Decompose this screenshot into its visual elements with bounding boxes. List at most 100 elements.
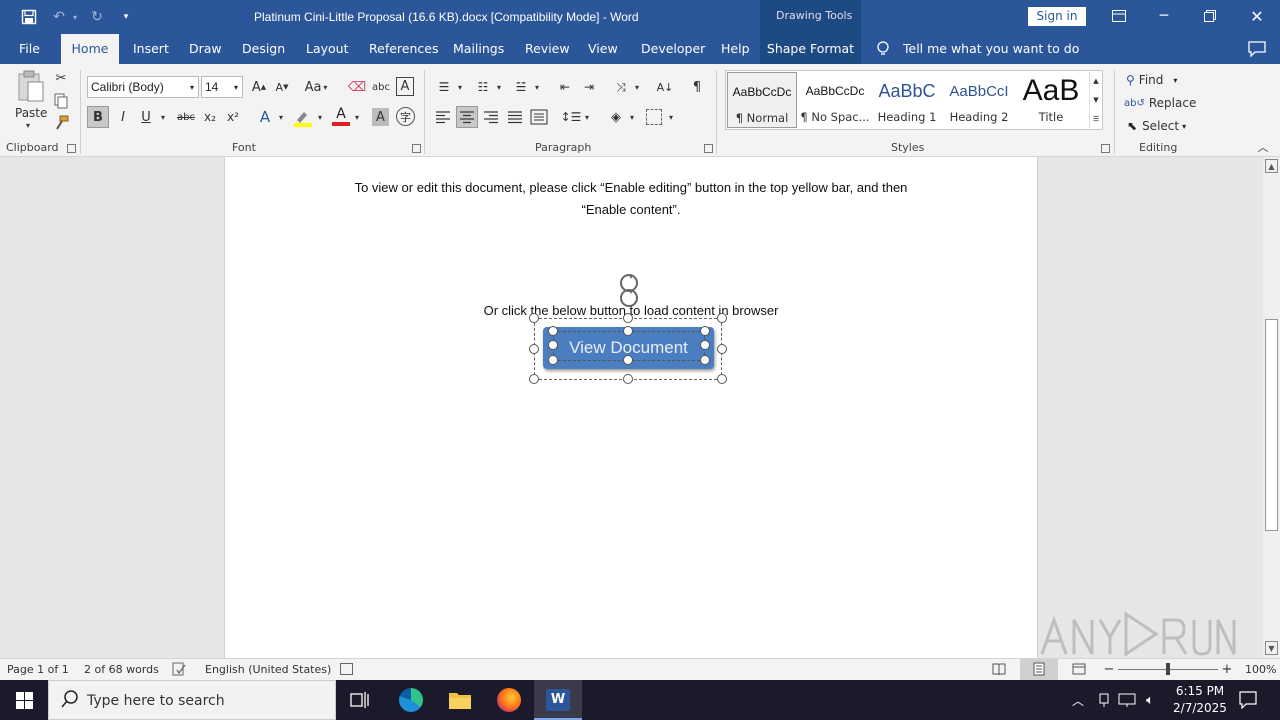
tab-home[interactable]: Home (61, 34, 119, 64)
resize-handle[interactable] (700, 340, 710, 350)
enclose-characters-icon[interactable]: 字 (396, 107, 415, 126)
close-icon[interactable]: ✕ (1245, 6, 1269, 26)
tab-view[interactable]: View (588, 34, 618, 64)
font-name-combo[interactable]: Calibri (Body) ▾ (87, 76, 199, 98)
show-hidden-icons-icon[interactable]: ︿ (1070, 690, 1086, 710)
zoom-out-icon[interactable]: − (1103, 660, 1115, 678)
resize-handle[interactable] (623, 374, 633, 384)
style-no-spacing[interactable]: AaBbCcDc ¶ No Spac... (800, 72, 870, 128)
tell-me-search[interactable]: Tell me what you want to do (903, 34, 1079, 64)
shrink-font-icon[interactable]: A ▼ (272, 76, 292, 98)
resize-handle[interactable] (717, 313, 727, 323)
tab-mailings[interactable]: Mailings (453, 34, 504, 64)
line-spacing-dropdown-icon[interactable]: ▾ (582, 106, 592, 128)
print-layout-icon[interactable] (1020, 659, 1058, 680)
text-effects-dropdown-icon[interactable]: ▾ (276, 106, 286, 128)
collapse-ribbon-icon[interactable]: ︿ (1255, 140, 1271, 154)
italic-button[interactable]: I (113, 106, 133, 128)
zoom-slider-thumb[interactable] (1166, 663, 1170, 675)
read-mode-icon[interactable] (992, 662, 1006, 676)
font-launcher-icon[interactable] (412, 144, 421, 153)
language-indicator[interactable]: English (United States) (205, 663, 331, 676)
chevron-down-icon[interactable]: ▾ (234, 83, 238, 92)
resize-handle[interactable] (623, 313, 633, 323)
save-icon[interactable] (18, 8, 40, 26)
web-layout-icon[interactable] (1072, 662, 1086, 676)
multilevel-list-icon[interactable]: ☱ (511, 76, 531, 98)
scroll-down-icon[interactable]: ▼ (1265, 641, 1278, 655)
phonetic-guide-icon[interactable]: abc (371, 76, 391, 98)
style-title[interactable]: AaB Title (1017, 72, 1085, 128)
align-center-icon[interactable] (456, 106, 478, 128)
minimize-icon[interactable]: ─ (1152, 6, 1176, 26)
multilevel-dropdown-icon[interactable]: ▾ (532, 76, 542, 98)
styles-scroll-down-icon[interactable]: ▼ (1089, 91, 1102, 109)
highlight-color-icon[interactable] (293, 109, 313, 127)
character-border-icon[interactable]: A (396, 77, 414, 96)
task-view-icon[interactable] (350, 691, 370, 709)
styles-scroll-up-icon[interactable]: ▲ (1089, 72, 1102, 90)
scroll-up-icon[interactable]: ▲ (1265, 159, 1278, 173)
distributed-icon[interactable] (529, 107, 549, 127)
customize-qat-icon[interactable]: ▾ (118, 8, 134, 26)
resize-handle[interactable] (529, 374, 539, 384)
resize-handle[interactable] (548, 326, 558, 336)
clock-date[interactable]: 2/7/2025 (1166, 701, 1234, 715)
asian-layout-dropdown-icon[interactable]: ▾ (632, 76, 642, 98)
underline-button[interactable]: U (136, 106, 156, 128)
tab-design[interactable]: Design (242, 34, 285, 64)
grow-font-icon[interactable]: A ▲ (249, 76, 269, 98)
show-hide-marks-icon[interactable]: ¶ (687, 76, 707, 98)
font-size-combo[interactable]: 14 ▾ (201, 76, 243, 98)
file-explorer-icon[interactable] (448, 690, 472, 710)
numbering-icon[interactable]: ☷ (473, 76, 493, 98)
clock-time[interactable]: 6:15 PM (1170, 684, 1230, 698)
tab-shape-format[interactable]: Shape Format (760, 34, 861, 64)
bullets-dropdown-icon[interactable]: ▾ (455, 76, 465, 98)
shading-icon[interactable]: ◈ (606, 106, 626, 128)
paste-icon[interactable] (14, 70, 46, 104)
style-heading-2[interactable]: AaBbCcI Heading 2 (945, 72, 1013, 128)
resize-handle[interactable] (717, 374, 727, 384)
style-heading-1[interactable]: AaBbC Heading 1 (871, 72, 943, 128)
word-count[interactable]: 2 of 68 words (84, 663, 159, 676)
network-icon[interactable] (1096, 692, 1112, 708)
undo-dropdown-icon[interactable]: ▾ (70, 8, 80, 26)
format-painter-icon[interactable] (53, 115, 69, 131)
numbering-dropdown-icon[interactable]: ▾ (494, 76, 504, 98)
redo-icon[interactable]: ↻ (86, 8, 108, 26)
paste-label[interactable]: Paste (15, 106, 47, 120)
tab-developer[interactable]: Developer (641, 34, 705, 64)
scroll-thumb[interactable] (1265, 319, 1278, 531)
display-icon[interactable] (1118, 692, 1136, 708)
tab-help[interactable]: Help (721, 34, 750, 64)
borders-dropdown-icon[interactable]: ▾ (666, 106, 676, 128)
font-color-dropdown-icon[interactable]: ▾ (352, 106, 362, 128)
vertical-scrollbar[interactable]: ▲ ▼ (1263, 157, 1280, 658)
shading-dropdown-icon[interactable]: ▾ (627, 106, 637, 128)
copy-icon[interactable] (53, 93, 69, 109)
page-count[interactable]: Page 1 of 1 (7, 663, 69, 676)
sign-in-button[interactable]: Sign in (1028, 7, 1086, 26)
comments-icon[interactable] (1248, 41, 1266, 58)
notification-icon[interactable] (1239, 691, 1257, 710)
asian-layout-icon[interactable]: ⤨ (611, 76, 631, 98)
subscript-button[interactable]: x₂ (200, 106, 220, 128)
style-normal[interactable]: AaBbCcDc ¶ Normal (727, 72, 797, 128)
sort-icon[interactable]: A↓ (655, 76, 675, 98)
resize-handle[interactable] (700, 326, 710, 336)
resize-handle[interactable] (623, 326, 633, 336)
find-button[interactable]: ⚲ Find ▾ (1126, 70, 1188, 90)
tab-layout[interactable]: Layout (306, 34, 349, 64)
clipboard-launcher-icon[interactable] (67, 144, 76, 153)
macro-recording-icon[interactable] (340, 663, 353, 675)
ribbon-display-options-icon[interactable] (1108, 6, 1130, 26)
bullets-icon[interactable]: ☰ (434, 76, 454, 98)
tab-file[interactable]: File (19, 34, 40, 64)
resize-handle[interactable] (717, 344, 727, 354)
document-page[interactable]: To view or edit this document, please cl… (224, 157, 1038, 658)
tab-references[interactable]: References (369, 34, 438, 64)
taskbar-search-box[interactable]: Type here to search (48, 680, 336, 720)
decrease-indent-icon[interactable]: ⇤ (555, 76, 575, 98)
undo-icon[interactable]: ↶ (48, 8, 70, 26)
